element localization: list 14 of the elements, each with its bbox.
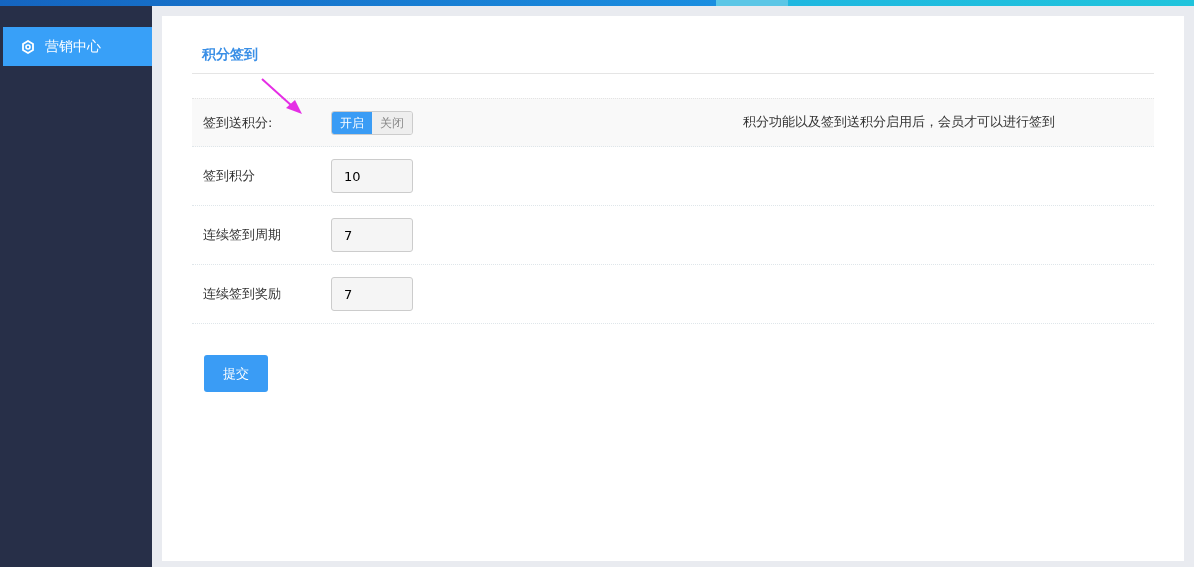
field-label: 连续签到周期 [203, 226, 282, 245]
sidebar-item[interactable]: 营销中心 [3, 27, 152, 66]
hint-text: 积分功能以及签到送积分启用后，会员才可以进行签到 [743, 113, 1056, 132]
input-field[interactable]: 7 [331, 218, 413, 252]
panel-title: 积分签到 [200, 45, 259, 64]
field-label: 签到积分 [203, 167, 256, 186]
submit-button[interactable]: 提交 [204, 355, 268, 392]
field-label: 签到送积分: [203, 113, 274, 132]
input-field[interactable]: 7 [331, 277, 413, 311]
toggle-option[interactable]: 关闭 [372, 111, 412, 134]
gear-icon [21, 39, 35, 54]
input-field[interactable]: 10 [331, 159, 413, 193]
toggle-option[interactable]: 开启 [332, 111, 372, 134]
field-label: 连续签到奖励 [203, 285, 282, 304]
